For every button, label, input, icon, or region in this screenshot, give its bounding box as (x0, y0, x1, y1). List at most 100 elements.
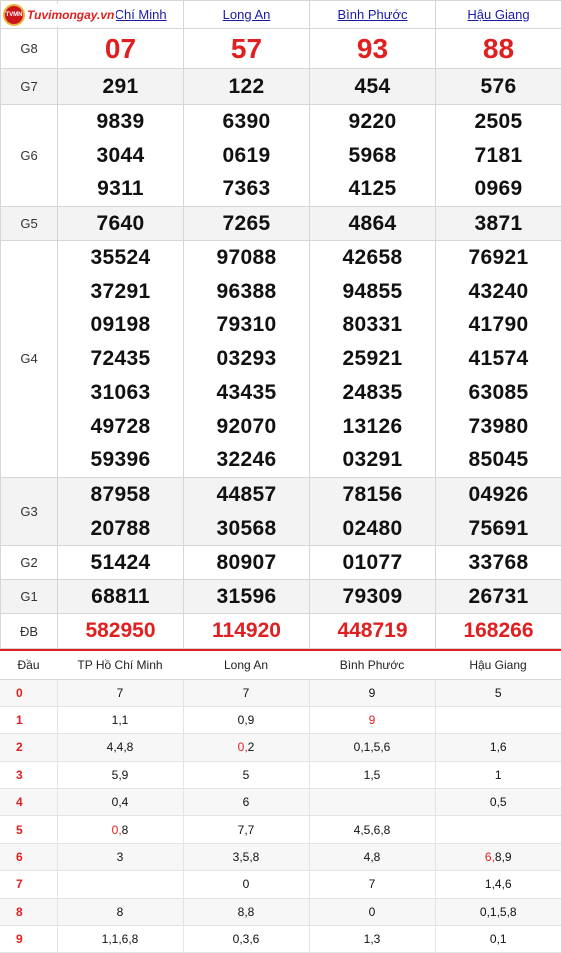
loto-col-binh-phuoc: Bình Phước (309, 651, 435, 680)
loto-row: 8 8 8,8 0 0,1,5,8 (0, 898, 561, 927)
prize-label: ĐB (0, 613, 58, 650)
prize-label: G6 (0, 103, 58, 208)
loto-cell: 0,9 (182, 706, 309, 735)
loto-digit: 9 (368, 713, 376, 728)
prize-number: 04926 (468, 482, 529, 506)
loto-head-digit: 5 (0, 815, 57, 844)
loto-cell: 9 (308, 706, 435, 735)
prize-cell: 51424 (57, 545, 184, 581)
prize-cell: 01077 (309, 545, 436, 581)
prize-cell: 80907 (183, 545, 310, 581)
loto-digit: 9 (504, 850, 512, 865)
prize-cell: 68811 (57, 579, 184, 615)
loto-cell: 5,9 (56, 761, 183, 790)
prize-cell: 04926 75691 (435, 476, 561, 547)
prize-number: 76921 (468, 246, 529, 270)
prize-number: 2505 (474, 110, 523, 133)
prize-number: 448719 (337, 619, 408, 643)
prize-cell: 35524 37291 09198 72435 31063 49728 59396 (57, 240, 184, 478)
prize-number: 114920 (212, 619, 281, 643)
prize-cell: 7640 (57, 206, 184, 242)
province-header-row: TVMN Tuvimongay.vn TP Hồ Chí Minh Long A… (0, 0, 561, 29)
prize-cell: 26731 (435, 579, 561, 615)
prize-cell: 42658 94855 80331 25921 24835 13126 03291 (309, 240, 436, 478)
prize-cell: 44857 30568 (183, 476, 310, 547)
loto-head-digit: 9 (0, 925, 57, 953)
loto-row: 7 0 7 1,4,6 (0, 870, 561, 899)
loto-cell (434, 815, 561, 844)
loto-cell: 4,4,8 (56, 733, 183, 762)
loto-row: 07795 (0, 679, 561, 707)
loto-cell: 0,1,5,8 (434, 898, 561, 927)
prize-cell: 3871 (435, 206, 561, 242)
loto-cell: 6 (182, 788, 309, 817)
prize-number: 87958 (90, 482, 151, 506)
province-link-hau-giang[interactable]: Hậu Giang (467, 7, 529, 22)
loto-cell: 1,1,6,8 (56, 925, 183, 953)
prize-number: 31596 (216, 584, 277, 608)
prize-label: G7 (0, 68, 58, 105)
prize-label: G4 (0, 240, 58, 478)
prize-cell: 88 (435, 28, 561, 69)
prize-number: 49728 (90, 414, 151, 438)
loto-row: 2 4,4,8 0,2 0,1,5,6 1,6 (0, 733, 561, 762)
loto-head-label: Đầu (0, 651, 57, 680)
prize-number: 168266 (463, 619, 534, 643)
province-header-hau-giang: Hậu Giang (435, 0, 561, 29)
loto-head-digit: 4 (0, 788, 57, 817)
prize-number: 26731 (468, 584, 529, 608)
loto-head-digit: 8 (0, 898, 57, 927)
prize-number: 7363 (222, 177, 271, 201)
prize-cell: 114920 (183, 613, 310, 650)
prize-number: 37291 (90, 279, 151, 303)
loto-head-digit: 2 (0, 733, 57, 762)
prize-cell: 31596 (183, 579, 310, 615)
loto-row: 4 0,4 6 0,5 (0, 788, 561, 817)
prize-number: 75691 (468, 516, 529, 540)
prize-number: 4864 (348, 211, 397, 235)
prize-number: 57 (230, 32, 263, 64)
prize-number: 32246 (216, 448, 277, 472)
loto-cell: 4,8 (308, 843, 435, 872)
prize-number: 80907 (216, 550, 277, 574)
loto-row: 9 1,1,6,8 0,3,6 1,3 0,1 (0, 925, 561, 953)
prize-number: 3044 (96, 143, 145, 167)
prize-cell: 291 (57, 68, 184, 105)
prize-number: 73980 (468, 414, 529, 438)
prize-number: 43240 (468, 279, 529, 303)
loto-cell: 0,2 (182, 733, 309, 762)
prize-cell: 9839 3044 9311 (57, 103, 184, 208)
prize-number: 25921 (342, 347, 403, 371)
prize-label: G8 (0, 28, 58, 69)
prize-number: 6390 (222, 110, 271, 133)
province-link-binh-phuoc[interactable]: Bình Phước (338, 7, 408, 22)
prize-number: 93 (356, 32, 389, 64)
loto-cell: 0 (182, 870, 309, 899)
prize-number: 94855 (342, 279, 403, 303)
loto-body: 0 7 7 9 5 1 1,1 0,9 9 2 4,4,8 0,2 0,1,5,6 1,6 3 5,9 5 1,5… (0, 679, 561, 953)
prize-cell: 7265 (183, 206, 310, 242)
prize-number: 85045 (468, 448, 529, 472)
prize-number: 59396 (90, 448, 151, 472)
prize-cell: 9220 5968 4125 (309, 103, 436, 208)
prize-number: 35524 (90, 246, 151, 270)
prize-number: 51424 (90, 550, 151, 574)
loto-head-digit: 6 (0, 843, 57, 872)
loto-cell: 0,1,5,6 (308, 733, 435, 762)
prize-cell: 79309 (309, 579, 436, 615)
prize-number: 68811 (91, 584, 150, 608)
prize-number: 7640 (96, 211, 145, 235)
prize-cell: 97088 96388 79310 03293 43435 92070 32246 (183, 240, 310, 478)
site-logo[interactable]: TVMN Tuvimongay.vn (3, 4, 117, 26)
prize-number: 96388 (216, 279, 277, 303)
prize-number: 7181 (474, 143, 523, 167)
province-link-long-an[interactable]: Long An (223, 7, 271, 22)
loto-cell: 1,1 (56, 706, 183, 735)
prize-number: 9839 (96, 110, 145, 133)
prize-cell: 2505 7181 0969 (435, 103, 561, 208)
prize-cell: 57 (183, 28, 310, 69)
prize-number: 122 (228, 74, 265, 98)
loto-row: 1 1,1 0,9 9 (0, 706, 561, 735)
results-table: TVMN Tuvimongay.vn TP Hồ Chí Minh Long A… (0, 0, 561, 650)
prize-number: 88 (482, 32, 515, 64)
